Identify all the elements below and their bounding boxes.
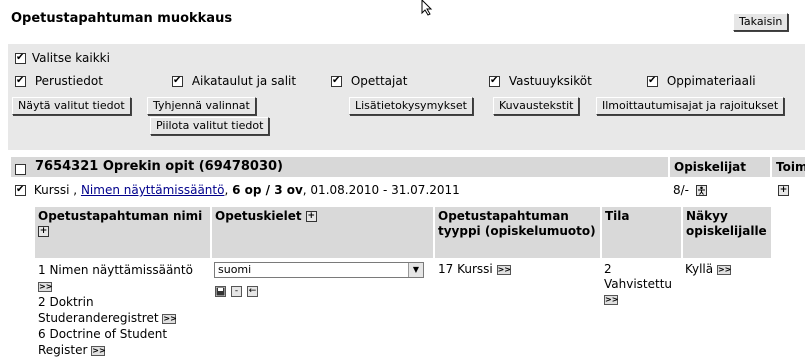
- course-checkbox[interactable]: [15, 164, 26, 175]
- language-select[interactable]: suomi ▼: [214, 262, 424, 278]
- course-type: Kurssi ,: [33, 183, 78, 197]
- status-code: 2: [604, 262, 612, 276]
- opettajat-checkbox[interactable]: [331, 74, 342, 87]
- oppimateriaali-checkbox[interactable]: [647, 74, 658, 87]
- actions-column-header: Toim: [772, 157, 805, 177]
- header-status: Tila: [602, 207, 681, 258]
- name-display-rule-link[interactable]: Nimen näyttämissääntö: [81, 183, 225, 197]
- vastuuyksikot-checkbox[interactable]: [489, 74, 500, 87]
- language-select-value: suomi: [218, 263, 252, 276]
- oppimateriaali-label: Oppimateriaali: [666, 74, 756, 88]
- expand-icon[interactable]: >>: [38, 281, 52, 292]
- comma-sep: ,: [224, 183, 233, 197]
- expand-icon[interactable]: >>: [162, 313, 177, 324]
- visible-value: Kyllä: [685, 262, 714, 276]
- mouse-cursor-icon: [421, 0, 433, 16]
- save-icon[interactable]: [215, 286, 226, 297]
- course-dates: , 01.08.2010 - 31.07.2011: [302, 183, 460, 197]
- vastuuyksikot-label: Vastuuyksiköt: [508, 74, 592, 88]
- course-row: Kurssi , Nimen näyttämissääntö, 6 op / 3…: [15, 183, 460, 197]
- header-event-type: Opetustapahtuman tyyppi (opiskelumuoto): [435, 207, 600, 258]
- header-languages: Opetuskielet +: [212, 207, 433, 258]
- students-count: 8/-: [673, 183, 707, 197]
- status-cell: 2 Vahvistettu >>: [604, 262, 672, 307]
- filter-option-perustiedot[interactable]: Perustiedot: [15, 74, 103, 88]
- perustiedot-checkbox[interactable]: [15, 74, 26, 87]
- students-column-header: Opiskelijat: [670, 157, 770, 177]
- add-action-plus-icon[interactable]: +: [778, 185, 789, 196]
- header-event-name: Opetustapahtuman nimi +: [35, 207, 210, 258]
- minus-icon[interactable]: -: [231, 286, 242, 297]
- header-event-name-label: Opetustapahtuman nimi: [38, 209, 203, 223]
- select-all-option[interactable]: Valitse kaikki: [15, 51, 110, 65]
- clear-selections-button[interactable]: Tyhjennä valinnat: [147, 97, 256, 115]
- header-visible: Näkyy opiskelijalle: [683, 207, 771, 258]
- event-name-item: 1 Nimen näyttämissääntö: [38, 263, 193, 277]
- expand-icon[interactable]: >>: [604, 294, 618, 305]
- expand-icon[interactable]: >>: [716, 264, 731, 275]
- course-header-checkbox-wrap: [15, 162, 26, 176]
- aikataulut-checkbox[interactable]: [172, 74, 183, 87]
- show-selected-button[interactable]: Näytä valitut tiedot: [12, 97, 131, 115]
- languages-add-icon[interactable]: +: [305, 211, 317, 222]
- back-button[interactable]: Takaisin: [733, 13, 789, 31]
- page-title: Opetustapahtuman muokkaus: [11, 11, 233, 26]
- extra-questions-button[interactable]: Lisätietokysymykset: [349, 97, 473, 115]
- arrow-left-icon[interactable]: ←: [247, 286, 258, 297]
- course-credits: 6 op / 3 ov: [232, 183, 303, 197]
- course-row-checkbox[interactable]: [15, 183, 26, 196]
- chevron-down-icon[interactable]: ▼: [408, 263, 423, 277]
- status-label: Vahvistettu: [604, 277, 673, 291]
- visible-cell: Kyllä >>: [685, 262, 731, 276]
- filter-option-oppimateriaali[interactable]: Oppimateriaali: [647, 74, 756, 88]
- filter-option-vastuuyksikot[interactable]: Vastuuyksiköt: [489, 74, 592, 88]
- perustiedot-label: Perustiedot: [34, 74, 103, 88]
- add-action: +: [778, 183, 789, 197]
- expand-icon[interactable]: >>: [91, 345, 106, 356]
- event-name-item: 6 Doctrine of Student Register >>: [38, 327, 168, 357]
- select-all-checkbox[interactable]: [15, 51, 26, 64]
- select-all-label: Valitse kaikki: [31, 51, 110, 65]
- event-name-add-icon[interactable]: +: [38, 226, 49, 237]
- event-names: 1 Nimen näyttämissääntö >> 2 Doktrin Stu…: [38, 262, 210, 358]
- student-icon[interactable]: [695, 185, 707, 196]
- enrollment-times-button[interactable]: Ilmoittautumisajat ja rajoitukset: [596, 97, 785, 115]
- event-type-value: 17 Kurssi: [438, 262, 493, 276]
- event-type-cell: 17 Kurssi >>: [438, 262, 511, 276]
- course-header-title: 7654321 Oprekin opit (69478030): [35, 159, 283, 174]
- filter-option-opettajat[interactable]: Opettajat: [331, 74, 407, 88]
- students-count-value: 8/-: [673, 183, 690, 197]
- filter-option-aikataulut[interactable]: Aikataulut ja salit: [172, 74, 296, 88]
- event-name-item: 2 Doktrin Studeranderegistret >>: [38, 295, 177, 325]
- hide-selected-button[interactable]: Piilota valitut tiedot: [150, 117, 270, 135]
- header-languages-label: Opetuskielet: [215, 209, 302, 223]
- language-actions: - ←: [215, 284, 263, 298]
- aikataulut-label: Aikataulut ja salit: [191, 74, 297, 88]
- description-texts-button[interactable]: Kuvaustekstit: [493, 97, 580, 115]
- opettajat-label: Opettajat: [350, 74, 408, 88]
- event-name-item: >>: [38, 278, 210, 294]
- expand-icon[interactable]: >>: [496, 264, 511, 275]
